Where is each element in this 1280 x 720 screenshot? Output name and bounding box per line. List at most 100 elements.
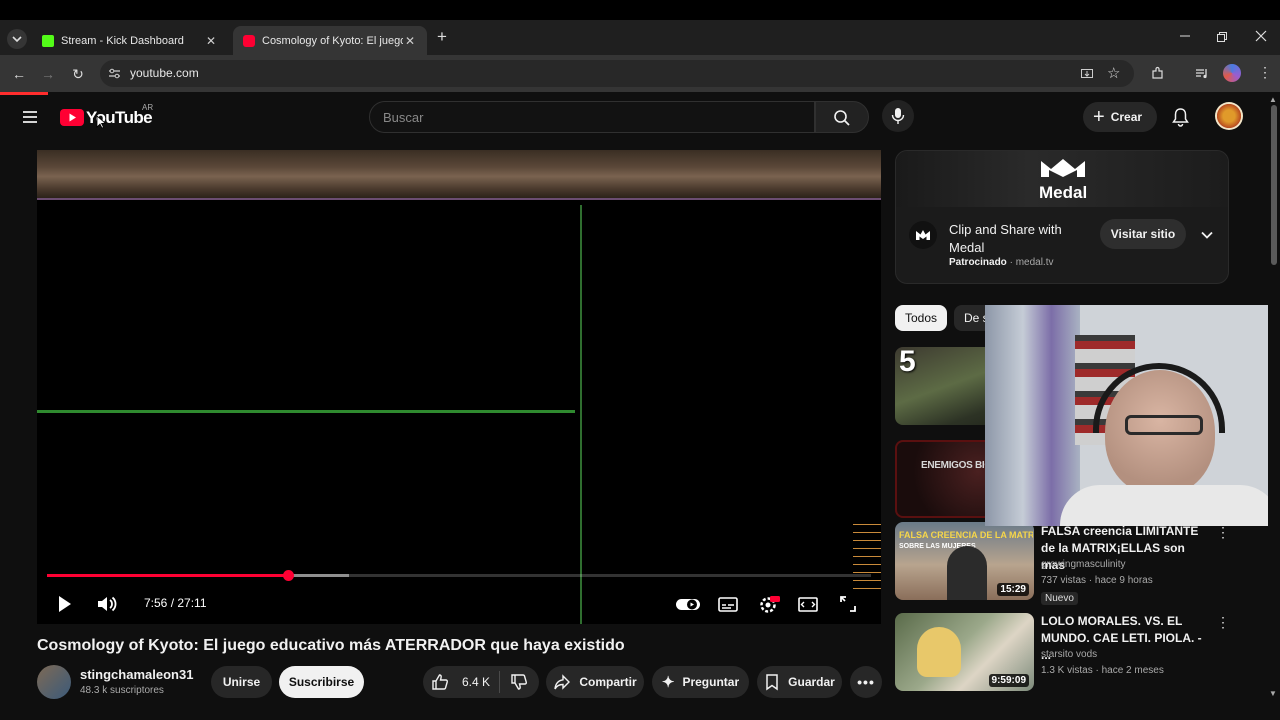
search-input[interactable]: Buscar (369, 101, 815, 133)
tab-strip: Stream - Kick Dashboard ✕ Cosmology of K… (0, 20, 1280, 55)
save-label: Guardar (788, 675, 835, 689)
forward-arrow-icon[interactable]: → (39, 65, 57, 83)
search-button[interactable] (815, 101, 869, 133)
played-bar (47, 574, 288, 577)
extensions-icon[interactable] (1150, 66, 1165, 81)
share-label: Compartir (579, 675, 637, 689)
profile-avatar[interactable] (1223, 64, 1241, 82)
subscribe-button[interactable]: Suscribirse (279, 666, 364, 698)
back-arrow-icon[interactable]: ← (10, 65, 28, 83)
cursor-icon (96, 115, 107, 129)
chip-label: Todos (905, 311, 938, 325)
url-text: youtube.com (130, 66, 199, 80)
scrollbar-thumb[interactable] (1271, 105, 1277, 265)
tab-label: Cosmology of Kyoto: El juego e (262, 34, 403, 47)
browser-menu-icon[interactable]: ⋮ (1258, 64, 1272, 81)
tab-youtube[interactable]: Cosmology of Kyoto: El juego e ✕ (233, 26, 427, 55)
ask-button[interactable]: ✦ Preguntar (652, 666, 749, 698)
fullscreen-button[interactable] (834, 590, 862, 618)
channel-avatar[interactable] (37, 665, 71, 699)
join-button[interactable]: Unirse (211, 666, 272, 698)
scroll-up-arrow-icon[interactable]: ▲ (1269, 95, 1277, 104)
notifications-bell-icon[interactable] (1171, 107, 1190, 127)
video-vertical-line (580, 205, 582, 624)
theater-mode-button[interactable] (794, 590, 822, 618)
thumbnail-person (917, 627, 961, 677)
minimize-icon[interactable] (1178, 28, 1192, 42)
recommendation-meta: 1.3 K vistas · hace 2 meses (1041, 665, 1164, 676)
ad-card[interactable]: Medal Clip and Share with Medal Patrocin… (895, 150, 1229, 284)
ad-title: Clip and Share with Medal (949, 222, 1062, 255)
bookmark-icon (766, 674, 778, 691)
region-code: AR (142, 103, 154, 112)
player-controls: 7:56 / 27:11 (37, 586, 881, 624)
subscribe-label: Suscribirse (288, 675, 355, 689)
channel-name[interactable]: stingchamaleon31 (80, 667, 193, 682)
chip-todos[interactable]: Todos (895, 305, 948, 331)
tab-kick-dashboard[interactable]: Stream - Kick Dashboard ✕ (32, 26, 228, 55)
more-actions-button[interactable]: ••• (850, 666, 882, 698)
tab-search-button[interactable] (7, 29, 27, 49)
play-icon (59, 596, 71, 612)
duration-badge: 9:59:09 (988, 674, 1029, 687)
ad-domain: medal.tv (1015, 257, 1054, 268)
gear-icon (760, 596, 780, 613)
volume-button[interactable] (93, 590, 121, 618)
webcam-curtain (985, 305, 1080, 526)
chevron-down-icon[interactable] (1199, 227, 1215, 243)
share-button[interactable]: Compartir (546, 666, 644, 698)
new-tab-button[interactable]: + (433, 28, 451, 46)
play-button[interactable] (50, 590, 78, 618)
account-avatar[interactable] (1215, 102, 1243, 130)
autoplay-toggle[interactable] (674, 590, 702, 618)
youtube-icon (243, 34, 255, 47)
close-icon[interactable]: ✕ (403, 34, 417, 48)
save-button[interactable]: Guardar (757, 666, 842, 698)
ad-meta: Patrocinado · medal.tv (949, 257, 1053, 268)
voice-search-button[interactable] (882, 100, 914, 132)
volume-icon (98, 596, 117, 612)
thumbnail-text: 5 (899, 347, 916, 378)
kick-icon (42, 34, 54, 47)
thumbnail-text: FALSA CREENCIA DE LA MATRIX (899, 530, 1033, 540)
create-button[interactable]: + Crear (1083, 102, 1157, 132)
recommendation-thumbnail-3[interactable]: FALSA CREENCIA DE LA MATRIX SOBRE LAS MU… (895, 522, 1034, 600)
visit-site-button[interactable]: Visitar sitio (1100, 219, 1186, 249)
restore-icon[interactable] (1215, 30, 1229, 44)
youtube-header: YouTube AR Buscar + Crear (0, 95, 1268, 141)
scroll-down-arrow-icon[interactable]: ▼ (1269, 689, 1277, 698)
recommendation-channel[interactable]: starsito vods (1041, 649, 1097, 660)
bookmark-star-icon[interactable]: ☆ (1107, 64, 1120, 82)
site-settings-icon[interactable] (108, 67, 121, 80)
recommendation-thumbnail-4[interactable]: 9:59:09 (895, 613, 1034, 691)
more-options-icon[interactable]: ⋮ (1216, 614, 1230, 631)
subtitles-button[interactable] (714, 590, 742, 618)
close-window-icon[interactable] (1254, 29, 1268, 43)
hamburger-menu-icon[interactable] (21, 108, 39, 126)
time-display: 7:56 / 27:11 (144, 596, 207, 610)
visit-label: Visitar sitio (1110, 227, 1176, 241)
webcam-shirt (1060, 485, 1280, 526)
media-control-icon[interactable] (1194, 66, 1209, 81)
sparkle-icon: ✦ (661, 674, 675, 691)
tab-label: Stream - Kick Dashboard (61, 34, 184, 47)
reload-icon[interactable]: ↻ (69, 65, 87, 83)
search-placeholder: Buscar (383, 110, 424, 125)
recommendation-meta: 737 vistas · hace 9 horas (1041, 575, 1153, 586)
window-top-bar (0, 0, 1280, 20)
video-horizontal-line (37, 410, 575, 413)
theater-mode-icon (798, 597, 818, 612)
close-icon[interactable]: ✕ (204, 34, 218, 48)
video-player[interactable]: 7:56 / 27:11 (37, 150, 881, 624)
progress-bar[interactable] (47, 570, 871, 581)
like-button[interactable]: 6.4 K (423, 666, 499, 698)
webcam-overlay (985, 305, 1280, 526)
omnibox[interactable]: youtube.com ☆ (100, 60, 1134, 87)
settings-button[interactable] (754, 590, 782, 618)
install-app-icon[interactable] (1080, 67, 1094, 81)
dislike-button[interactable] (500, 666, 538, 698)
sponsored-label: Patrocinado (949, 257, 1007, 268)
more-options-icon[interactable]: ⋮ (1216, 524, 1230, 541)
scrubber-handle[interactable] (282, 570, 294, 581)
recommendation-channel[interactable]: growingmasculinity (1041, 559, 1125, 570)
